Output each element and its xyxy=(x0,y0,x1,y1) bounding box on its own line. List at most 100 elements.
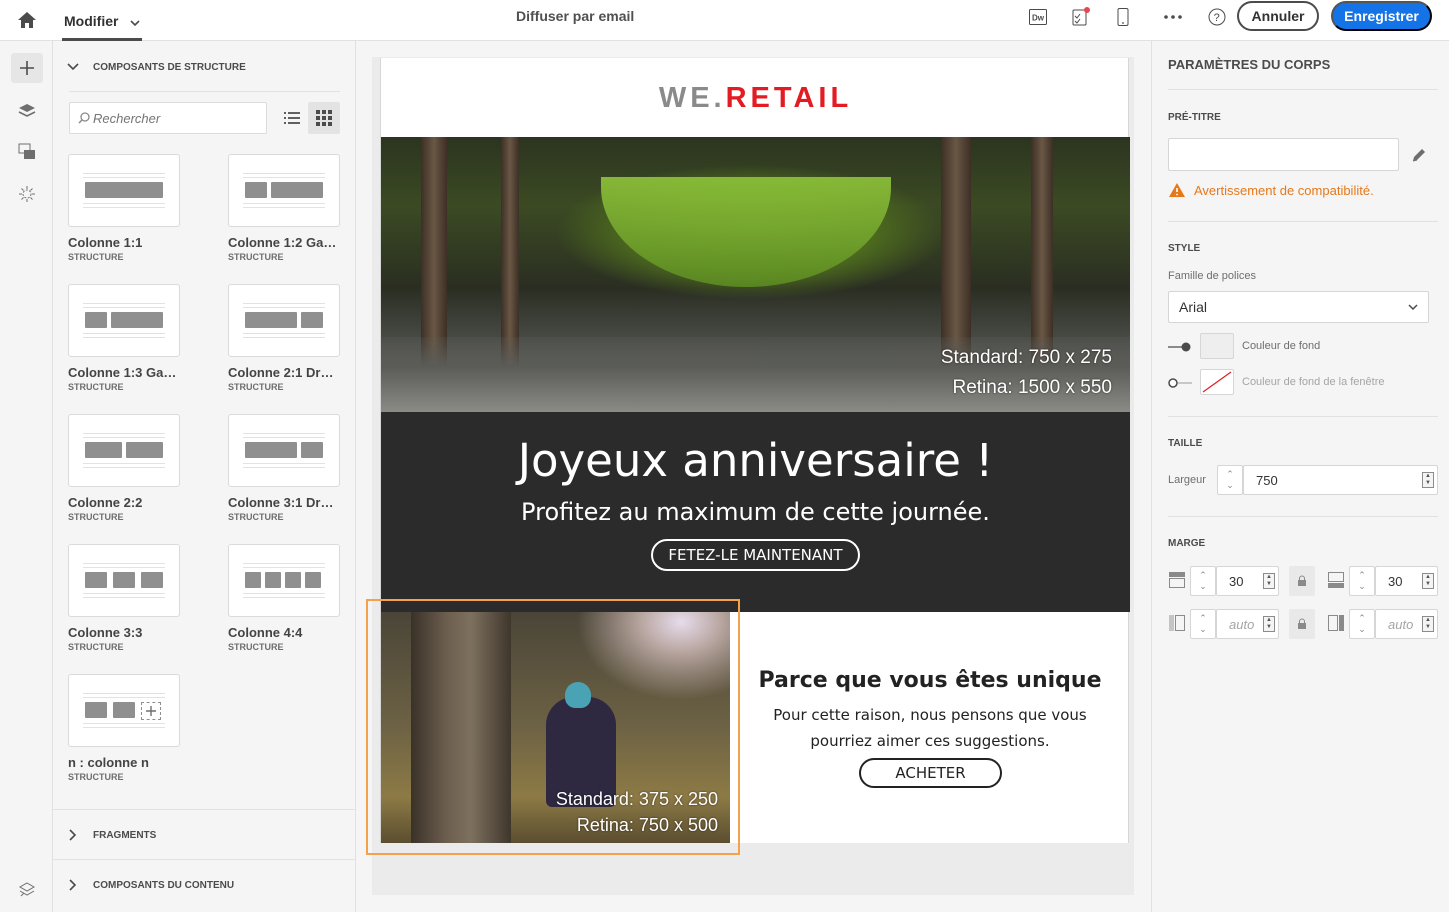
hero-image[interactable]: Standard: 750 x 275 Retina: 1500 x 550 xyxy=(381,137,1130,412)
structure-section-header[interactable]: COMPOSANTS DE STRUCTURE xyxy=(53,52,356,82)
pretitle-label: PRÉ-TITRE xyxy=(1168,112,1221,123)
home-icon[interactable] xyxy=(10,6,44,34)
mobile-icon[interactable] xyxy=(1110,6,1136,28)
logo-retail: RETAIL xyxy=(725,82,853,114)
search-input[interactable] xyxy=(93,110,263,126)
window-bg-swatch[interactable] xyxy=(1200,369,1234,395)
width-input[interactable]: 750 ▲ ▼ xyxy=(1243,465,1438,495)
hero-caption-retina: Retina: 1500 x 550 xyxy=(952,377,1112,398)
divider xyxy=(69,91,340,92)
structure-thumbnail xyxy=(68,674,180,747)
help-icon[interactable]: ? xyxy=(1204,6,1230,28)
content-components-section-header[interactable]: COMPOSANTS DU CONTENU xyxy=(53,870,356,900)
headline: Joyeux anniversaire ! xyxy=(517,434,994,487)
left-rail xyxy=(0,41,53,912)
two-column-row[interactable]: Standard: 375 x 250 Retina: 750 x 500 Pa… xyxy=(366,599,1130,855)
margin-bottom-icon xyxy=(1327,571,1347,591)
assets-icon[interactable] xyxy=(11,137,43,167)
celebrate-button[interactable]: FETEZ-LE MAINTENANT xyxy=(651,539,860,571)
fragments-section-header[interactable]: FRAGMENTS xyxy=(53,820,356,850)
margin-top-icon xyxy=(1168,571,1188,591)
section-text: Pour cette raison, nous pensons que vous… xyxy=(773,706,1087,750)
structure-card-2-2[interactable]: Colonne 2:2 STRUCTURE xyxy=(68,414,228,522)
personalization-icon[interactable] xyxy=(11,179,43,209)
margin-top-input[interactable]: 30 ▲ ▼ xyxy=(1216,566,1279,596)
chevron-down-icon xyxy=(1408,304,1418,310)
brand-logo[interactable]: WE.RETAIL xyxy=(381,82,1130,115)
compatibility-warning[interactable]: Avertissement de compatibilité. xyxy=(1168,182,1374,198)
pretitle-input[interactable] xyxy=(1168,138,1399,171)
spin-icon: ▲ ▼ xyxy=(1263,616,1275,632)
structure-card-n[interactable]: n : colonne n STRUCTURE xyxy=(68,674,228,782)
subheadline: Profitez au maximum de cette journée. xyxy=(521,498,990,526)
edit-pencil-icon[interactable] xyxy=(1410,146,1428,169)
text-column[interactable]: Parce que vous êtes unique Pour cette ra… xyxy=(730,612,1130,843)
margin-bottom-input[interactable]: 30 ▲ ▼ xyxy=(1375,566,1438,596)
document-title: Diffuser par email xyxy=(516,8,635,24)
mode-menu[interactable]: Modifier xyxy=(64,0,141,41)
structure-card-1-3[interactable]: Colonne 1:3 Gau... STRUCTURE xyxy=(68,284,228,392)
structure-thumbnail xyxy=(228,154,340,227)
margin-top-stepper[interactable]: ⌃ ⌄ xyxy=(1190,566,1216,596)
fragments-section-label: FRAGMENTS xyxy=(93,829,157,841)
structure-thumbnail xyxy=(68,414,180,487)
bg-color-label: Couleur de fond xyxy=(1242,340,1321,352)
divider xyxy=(1168,89,1438,90)
card-title: Colonne 3:1 Droite xyxy=(228,495,340,510)
width-stepper[interactable]: ⌃ ⌄ xyxy=(1217,465,1243,495)
style-label: STYLE xyxy=(1168,243,1201,254)
structure-thumbnail xyxy=(68,154,180,227)
lock-icon[interactable] xyxy=(1289,609,1315,639)
search-field[interactable] xyxy=(69,102,267,134)
structure-thumbnail xyxy=(228,544,340,617)
email-preview[interactable]: WE.RETAIL Standard: 750 x 275 Retina: 15… xyxy=(366,58,1130,855)
margin-left-stepper[interactable]: ⌃ ⌄ xyxy=(1190,609,1216,639)
margin-right-stepper[interactable]: ⌃ ⌄ xyxy=(1349,609,1375,639)
structure-thumbnail xyxy=(228,414,340,487)
margin-right-icon xyxy=(1327,614,1347,634)
lock-icon[interactable] xyxy=(1289,566,1315,596)
card-title: Colonne 2:2 xyxy=(68,495,143,510)
structure-card-1-1[interactable]: Colonne 1:1 STRUCTURE xyxy=(68,154,228,262)
navigator-icon[interactable] xyxy=(11,875,43,905)
top-bar: Modifier Diffuser par email Dw ? Annuler… xyxy=(0,0,1449,41)
warning-icon xyxy=(1169,183,1185,197)
font-family-select[interactable]: Arial xyxy=(1168,291,1429,323)
margin-bottom-stepper[interactable]: ⌃ ⌄ xyxy=(1349,566,1375,596)
greeting-block[interactable]: Joyeux anniversaire ! Profitez au maximu… xyxy=(381,412,1130,612)
divider xyxy=(53,809,356,810)
more-icon[interactable] xyxy=(1160,6,1186,28)
grid-view-icon[interactable] xyxy=(308,102,340,134)
components-panel: COMPOSANTS DE STRUCTURE Colonne 1:1 STRU… xyxy=(53,41,356,912)
save-button[interactable]: Enregistrer xyxy=(1331,1,1432,31)
margin-right-input[interactable]: auto ▲ ▼ xyxy=(1375,609,1438,639)
chevron-down-icon xyxy=(53,63,93,71)
dreamweaver-icon[interactable]: Dw xyxy=(1025,6,1051,28)
window-bg-toggle[interactable] xyxy=(1168,376,1192,388)
window-bg-label: Couleur de fond de la fenêtre xyxy=(1242,376,1385,388)
card-subtitle: STRUCTURE xyxy=(68,252,124,262)
structure-card-3-3[interactable]: Colonne 3:3 STRUCTURE xyxy=(68,544,228,652)
list-view-icon[interactable] xyxy=(276,102,308,134)
width-value: 750 xyxy=(1256,472,1278,488)
margin-top-value: 30 xyxy=(1229,573,1244,589)
structure-thumbnail xyxy=(68,544,180,617)
search-icon xyxy=(78,112,90,124)
margin-left-input[interactable]: auto ▲ ▼ xyxy=(1216,609,1279,639)
layers-icon[interactable] xyxy=(11,96,43,126)
buy-button[interactable]: ACHETER xyxy=(859,758,1002,788)
bg-color-toggle[interactable] xyxy=(1168,340,1192,352)
selection-frame xyxy=(366,599,740,855)
svg-text:Dw: Dw xyxy=(1032,14,1045,23)
margin-left-placeholder: auto xyxy=(1229,616,1255,632)
checklist-icon[interactable] xyxy=(1067,6,1093,28)
chevron-down-icon xyxy=(130,13,141,29)
properties-panel: PARAMÈTRES DU CORPS PRÉ-TITRE Avertissem… xyxy=(1151,41,1449,912)
add-icon[interactable] xyxy=(11,53,43,83)
bg-color-swatch[interactable] xyxy=(1200,333,1234,359)
font-family-value: Arial xyxy=(1179,299,1208,315)
cancel-button[interactable]: Annuler xyxy=(1237,1,1319,31)
divider xyxy=(1168,516,1438,517)
properties-title: PARAMÈTRES DU CORPS xyxy=(1168,57,1331,72)
card-title: Colonne 4:4 xyxy=(228,625,303,640)
